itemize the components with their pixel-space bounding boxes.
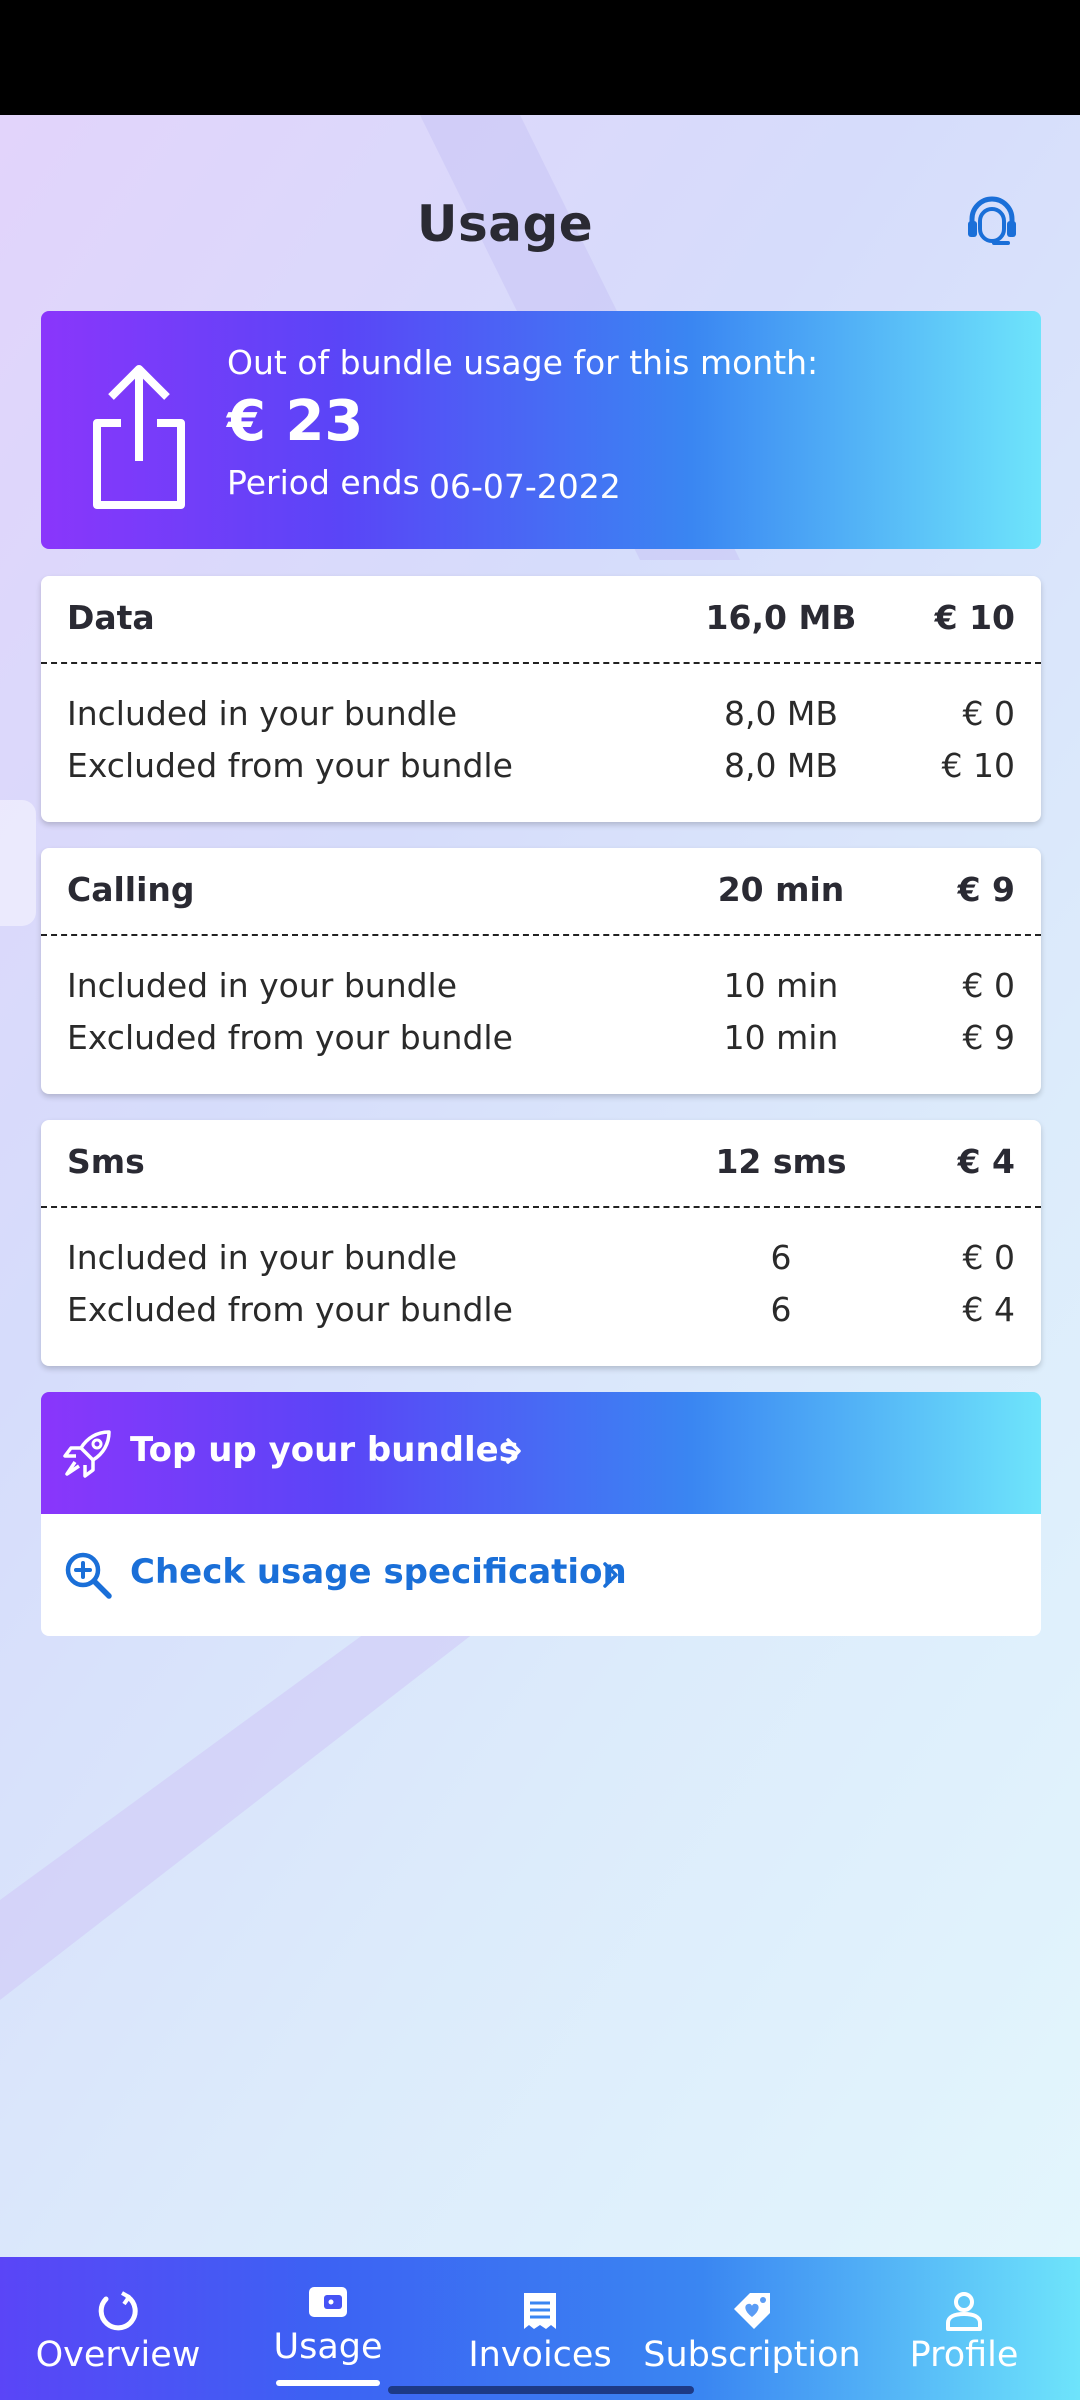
row-label: Included in your bundle <box>67 1238 458 1277</box>
card-total-cost: € 10 <box>934 598 1015 637</box>
row-cost: € 0 <box>962 966 1015 1005</box>
top-up-label: Top up your bundles <box>130 1430 519 1470</box>
home-indicator <box>388 2386 694 2394</box>
card-total-qty: 20 min <box>717 870 845 909</box>
row-cost: € 0 <box>962 694 1015 733</box>
data-usage-card: Data 16,0 MB € 10 Included in your bundl… <box>41 576 1041 822</box>
nav-label: Usage <box>273 2327 383 2367</box>
row-label: Included in your bundle <box>67 694 458 733</box>
nav-label: Profile <box>909 2335 1019 2375</box>
nav-label: Overview <box>35 2335 201 2375</box>
card-title: Data <box>67 598 155 637</box>
row-label: Excluded from your bundle <box>67 1018 513 1057</box>
nav-subscription[interactable]: Subscription <box>640 2257 864 2400</box>
card-header: Calling 20 min € 9 <box>41 848 1041 936</box>
card-total-qty: 12 sms <box>715 1142 847 1181</box>
top-up-bundles-button[interactable]: Top up your bundles <box>41 1392 1041 1514</box>
card-header: Data 16,0 MB € 10 <box>41 576 1041 664</box>
row-qty: 6 <box>770 1290 792 1329</box>
check-usage-specification-button[interactable]: Check usage specification <box>41 1514 1041 1636</box>
card-header: Sms 12 sms € 4 <box>41 1120 1041 1208</box>
headset-support-icon[interactable] <box>964 193 1020 249</box>
calling-usage-card: Calling 20 min € 9 Included in your bund… <box>41 848 1041 1094</box>
nav-profile[interactable]: Profile <box>866 2257 1062 2400</box>
nav-label: Invoices <box>468 2335 612 2375</box>
bottom-navigation: Overview Usage Invoices Subscription Pro… <box>0 2257 1080 2400</box>
zoom-in-icon <box>65 1552 112 1599</box>
banner-amount: € 23 <box>227 389 364 454</box>
period-date: 06-07-2022 <box>429 467 621 506</box>
share-icon <box>93 365 185 509</box>
rocket-icon <box>63 1430 111 1478</box>
chevron-right-icon <box>506 1438 521 1464</box>
person-icon <box>946 2292 982 2331</box>
receipt-icon <box>524 2293 556 2329</box>
row-cost: € 9 <box>962 1018 1015 1057</box>
row-label: Included in your bundle <box>67 966 458 1005</box>
page-title: Usage <box>416 195 594 253</box>
row-qty: 10 min <box>723 966 839 1005</box>
row-cost: € 10 <box>941 746 1015 785</box>
row-label: Excluded from your bundle <box>67 746 513 785</box>
banner-label: Out of bundle usage for this month: <box>227 343 819 382</box>
card-total-cost: € 9 <box>957 870 1015 909</box>
active-tab-indicator <box>276 2380 380 2386</box>
wallet-icon <box>309 2287 347 2317</box>
row-cost: € 4 <box>962 1290 1015 1329</box>
row-cost: € 0 <box>962 1238 1015 1277</box>
check-usage-label: Check usage specification <box>130 1552 627 1592</box>
row-qty: 10 min <box>723 1018 839 1057</box>
row-qty: 8,0 MB <box>723 746 839 785</box>
card-title: Sms <box>67 1142 145 1181</box>
chevron-right-icon <box>603 1562 618 1588</box>
out-of-bundle-banner: Out of bundle usage for this month: € 23… <box>41 311 1041 549</box>
card-title: Calling <box>67 870 195 909</box>
status-bar <box>0 0 1080 115</box>
refresh-circle-icon <box>98 2291 138 2331</box>
period-label: Period ends <box>227 463 420 502</box>
sms-usage-card: Sms 12 sms € 4 Included in your bundle 6… <box>41 1120 1041 1366</box>
tag-heart-icon <box>734 2293 770 2329</box>
row-qty: 6 <box>770 1238 792 1277</box>
nav-label: Subscription <box>643 2335 861 2375</box>
row-label: Excluded from your bundle <box>67 1290 513 1329</box>
nav-invoices[interactable]: Invoices <box>440 2257 640 2400</box>
row-qty: 8,0 MB <box>723 694 839 733</box>
nav-overview[interactable]: Overview <box>20 2257 216 2400</box>
nav-usage[interactable]: Usage <box>228 2257 428 2400</box>
card-total-cost: € 4 <box>957 1142 1015 1181</box>
header: Usage <box>0 115 1080 285</box>
side-drawer-handle[interactable] <box>0 800 36 926</box>
